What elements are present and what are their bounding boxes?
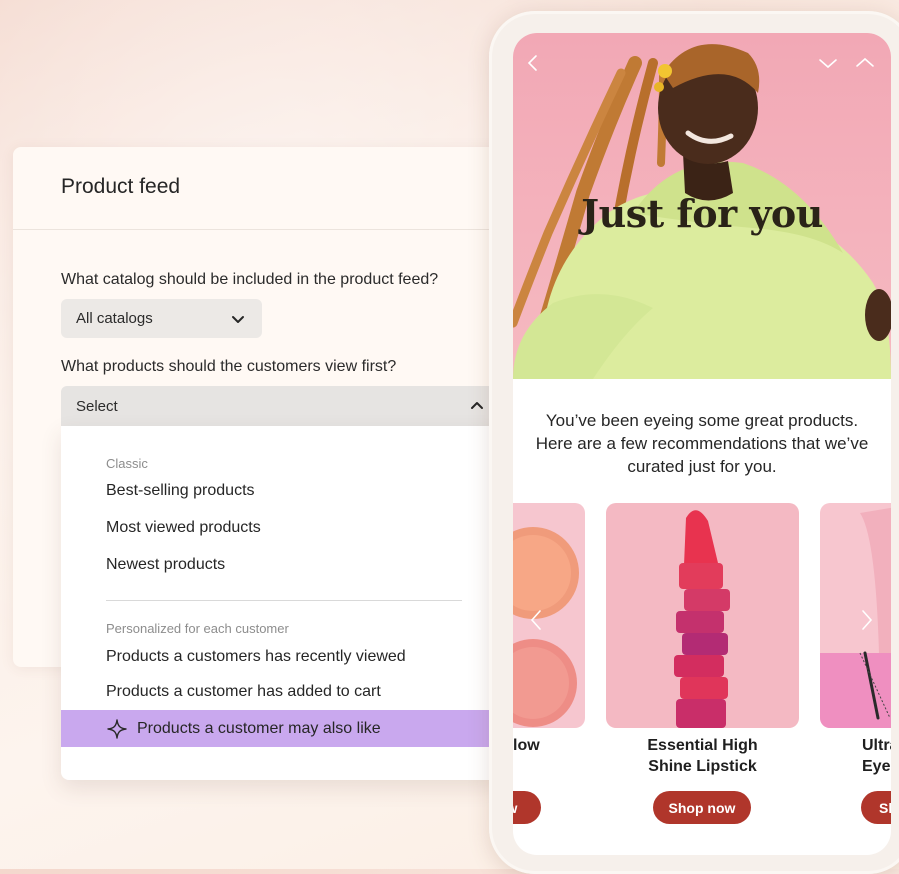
menu-separator [106, 600, 462, 601]
menu-group-label-personalized: Personalized for each customer [106, 621, 289, 636]
hero-banner: Just for you [513, 33, 891, 379]
shop-now-button-3[interactable]: Sh [861, 791, 891, 824]
view-first-select[interactable]: Select [61, 386, 501, 426]
menu-item-added-to-cart[interactable]: Products a customer has added to cart [106, 683, 381, 701]
product-name-3-line1: Ultra [862, 737, 891, 754]
product-name-3-line2: Eye [862, 758, 891, 775]
view-first-question: What products should the customers view … [61, 358, 397, 375]
chevron-down-icon[interactable] [818, 53, 838, 73]
menu-group-label-classic: Classic [106, 456, 148, 471]
menu-item-newest[interactable]: Newest products [106, 556, 225, 574]
menu-item-best-selling[interactable]: Best-selling products [106, 482, 255, 500]
product-name-3: Ultra Eye [862, 735, 891, 777]
catalog-select[interactable]: All catalogs [61, 299, 262, 338]
menu-item-recently-viewed[interactable]: Products a customers has recently viewed [106, 648, 406, 666]
catalog-question: What catalog should be included in the p… [61, 271, 439, 288]
menu-item-may-also-like-label: Products a customer may also like [137, 719, 381, 737]
recommendation-intro: You’ve been eyeing some great products. … [535, 411, 869, 476]
chevron-left-icon[interactable] [523, 53, 543, 73]
carousel-prev-icon[interactable] [527, 607, 547, 633]
product-name-1: low [513, 737, 540, 754]
hero-title: Just for you [581, 191, 823, 236]
view-first-select-value: Select [76, 397, 118, 415]
carousel-next-icon[interactable] [856, 607, 876, 633]
chevron-up-icon [471, 402, 483, 409]
shop-now-button-2[interactable]: Shop now [653, 791, 751, 824]
lipstick-image [674, 510, 730, 728]
menu-item-may-also-like[interactable]: Products a customer may also like [61, 710, 501, 747]
sparkle-icon [107, 718, 127, 739]
shop-now-button-1[interactable]: w [513, 791, 541, 824]
product-card-image[interactable] [606, 503, 799, 728]
eyeshadow-image [513, 527, 579, 727]
product-card-image[interactable] [513, 503, 585, 728]
product-name-2: Essential High Shine Lipstick [606, 735, 799, 777]
catalog-select-value: All catalogs [76, 310, 153, 327]
panel-divider [13, 229, 533, 230]
chevron-up-icon[interactable] [855, 53, 875, 73]
chevron-down-icon [232, 315, 244, 323]
product-name-2-line1: Essential High [647, 737, 758, 754]
phone-screen: Just for you You’ve been eyeing some gre… [513, 33, 891, 855]
panel-title: Product feed [61, 175, 181, 198]
product-name-2-line2: Shine Lipstick [648, 758, 757, 775]
view-first-dropdown-menu: Classic Best-selling products Most viewe… [61, 426, 501, 780]
menu-item-most-viewed[interactable]: Most viewed products [106, 519, 261, 537]
